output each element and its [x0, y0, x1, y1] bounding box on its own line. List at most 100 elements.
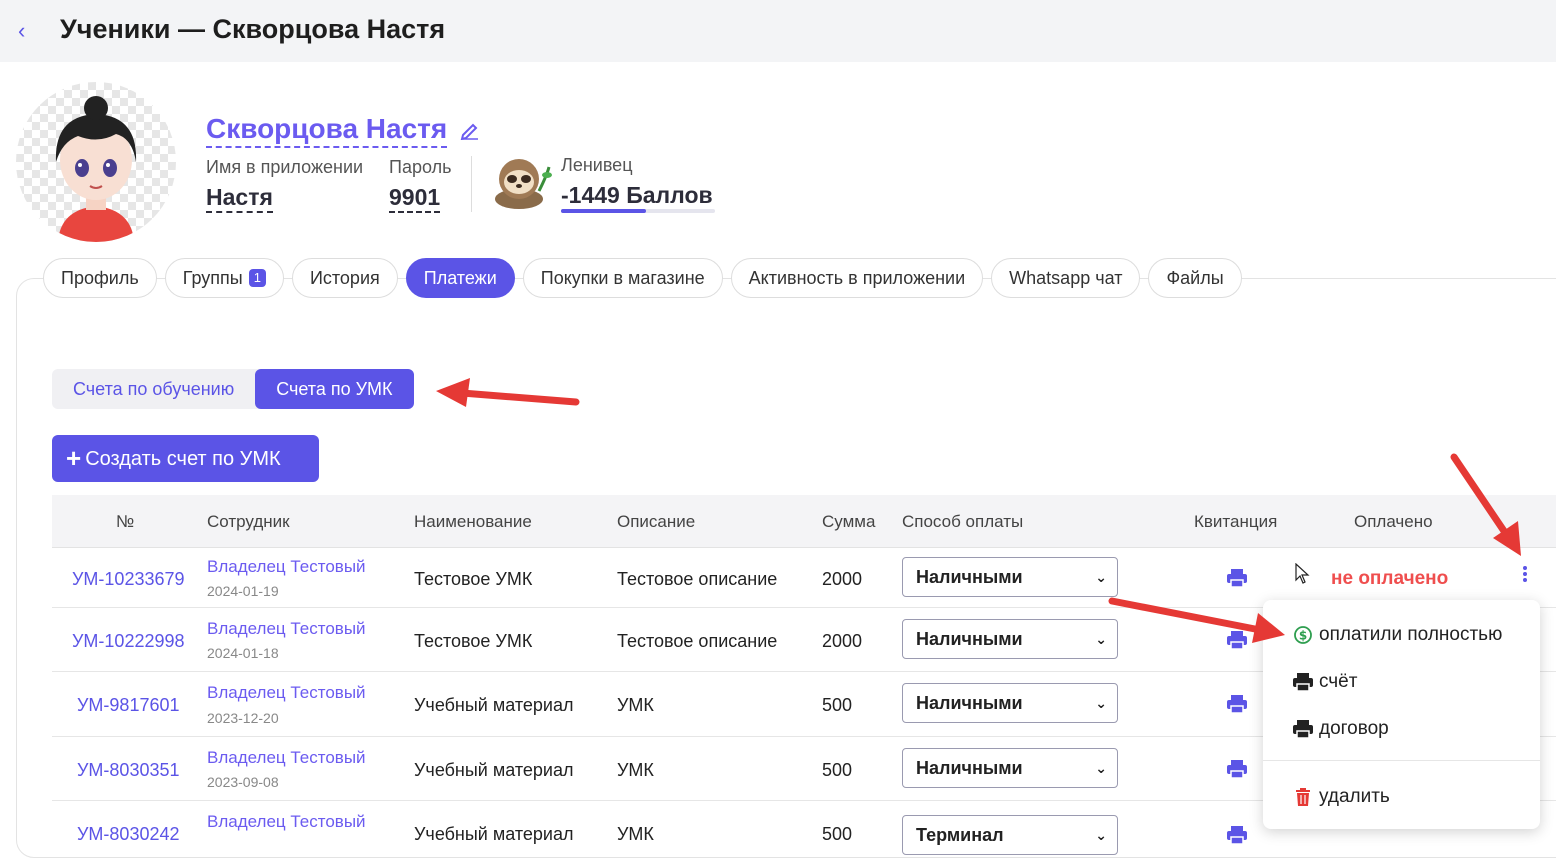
- printer-icon[interactable]: [1226, 630, 1248, 650]
- app-name-label: Имя в приложении: [206, 157, 364, 177]
- col-num: №: [116, 512, 135, 531]
- tab-label: Профиль: [61, 268, 139, 288]
- printer-icon[interactable]: [1226, 568, 1248, 588]
- item-name: Учебный материал: [414, 695, 574, 715]
- payment-method-value: Терминал: [916, 825, 1004, 845]
- umk-invoices-tab[interactable]: Счета по УМК: [255, 369, 414, 409]
- payment-method-select[interactable]: Наличными ⌄: [902, 748, 1118, 788]
- delete-item[interactable]: удалить: [1263, 777, 1540, 817]
- employee-link[interactable]: Владелец Тестовый: [207, 557, 366, 577]
- tab-label: Платежи: [423, 268, 497, 288]
- menu-item-label: счёт: [1319, 671, 1358, 692]
- menu-item-label: договор: [1319, 718, 1389, 739]
- more-vertical-icon[interactable]: [1518, 564, 1532, 586]
- svg-text:$: $: [1299, 629, 1307, 643]
- invoice-number-link[interactable]: УМ-9817601: [77, 695, 180, 716]
- menu-item-label: удалить: [1319, 786, 1390, 807]
- chevron-down-icon: ⌄: [1095, 827, 1107, 843]
- invoice-date: 2023-09-08: [207, 774, 279, 790]
- divider: [471, 156, 472, 212]
- invoice-number-link[interactable]: УМ-8030242: [77, 824, 180, 845]
- invoice-number-link[interactable]: УМ-10233679: [72, 569, 185, 590]
- tab-history[interactable]: История: [291, 258, 398, 298]
- tab-profile[interactable]: Профиль: [43, 258, 157, 298]
- trash-icon: [1296, 788, 1310, 806]
- employee-link[interactable]: Владелец Тестовый: [207, 812, 366, 832]
- tab-whatsapp-chat[interactable]: Whatsapp чат: [991, 258, 1141, 298]
- tab-shop-purchases[interactable]: Покупки в магазине: [522, 258, 723, 298]
- printer-icon: [1293, 673, 1313, 692]
- top-bar: ‹ Ученики — Скворцова Настя: [0, 0, 1556, 62]
- payment-method-value: Наличными: [916, 629, 1023, 649]
- dollar-circle-icon: $: [1294, 626, 1312, 644]
- row-actions-menu: $ оплатили полностью счёт договор удалит…: [1263, 600, 1540, 829]
- payment-method-select[interactable]: Терминал ⌄: [902, 815, 1118, 855]
- invoice-number-link[interactable]: УМ-10222998: [72, 631, 185, 652]
- printer-icon[interactable]: [1226, 825, 1248, 845]
- print-contract-item[interactable]: договор: [1263, 709, 1540, 749]
- item-sum: 500: [822, 824, 853, 844]
- payment-method-value: Наличными: [916, 758, 1023, 778]
- item-sum: 2000: [822, 569, 863, 589]
- invoice-date: 2024-01-18: [207, 645, 279, 661]
- tab-files[interactable]: Файлы: [1148, 258, 1242, 298]
- pencil-icon[interactable]: [460, 120, 480, 140]
- tab-app-activity[interactable]: Активность в приложении: [730, 258, 984, 298]
- tab-payments[interactable]: Платежи: [405, 258, 515, 298]
- payment-method-select[interactable]: Наличными ⌄: [902, 683, 1118, 723]
- item-description: Тестовое описание: [617, 569, 778, 589]
- mark-paid-fully-item[interactable]: $ оплатили полностью: [1263, 615, 1540, 655]
- table-row: УМ-10233679 Владелец Тестовый 2024-01-19…: [52, 548, 1556, 608]
- invoice-number-link[interactable]: УМ-8030351: [77, 760, 180, 781]
- item-sum: 2000: [822, 631, 863, 651]
- item-name: Тестовое УМК: [414, 631, 533, 651]
- training-invoices-tab[interactable]: Счета по обучению: [52, 369, 255, 409]
- points-value: -1449 Баллов: [561, 182, 713, 208]
- create-umk-invoice-button[interactable]: + Создать счет по УМК: [52, 435, 319, 482]
- groups-count-badge: 1: [248, 269, 266, 287]
- col-paid: Оплачено: [1354, 512, 1433, 531]
- payment-method-select[interactable]: Наличными ⌄: [902, 557, 1118, 597]
- employee-link[interactable]: Владелец Тестовый: [207, 748, 366, 768]
- payment-method-value: Наличными: [916, 567, 1023, 587]
- payment-method-select[interactable]: Наличными ⌄: [902, 619, 1118, 659]
- printer-icon: [1293, 720, 1313, 739]
- item-sum: 500: [822, 760, 853, 780]
- item-name: Учебный материал: [414, 760, 574, 780]
- chevron-down-icon: ⌄: [1095, 695, 1107, 711]
- chevron-down-icon: ⌄: [1095, 760, 1107, 776]
- chevron-left-icon[interactable]: ‹: [18, 18, 38, 44]
- level-label: Ленивец: [561, 155, 633, 175]
- employee-link[interactable]: Владелец Тестовый: [207, 619, 366, 639]
- printer-icon[interactable]: [1226, 694, 1248, 714]
- points-progress: [561, 209, 715, 213]
- tab-groups[interactable]: Группы 1: [164, 258, 284, 298]
- student-name-link[interactable]: Скворцова Настя: [206, 112, 448, 148]
- invoice-type-switch: Счета по обучению Счета по УМК: [52, 369, 414, 409]
- print-invoice-item[interactable]: счёт: [1263, 662, 1540, 702]
- menu-divider: [1263, 760, 1540, 761]
- col-payment-method: Способ оплаты: [902, 512, 1024, 531]
- tab-label: Группы: [182, 268, 243, 288]
- payment-method-value: Наличными: [916, 693, 1023, 713]
- tab-label: Файлы: [1166, 268, 1224, 288]
- password-label: Пароль: [389, 157, 452, 177]
- item-description: УМК: [617, 695, 654, 715]
- app-name-value[interactable]: Настя: [206, 183, 273, 213]
- item-description: Тестовое описание: [617, 631, 778, 651]
- item-description: УМК: [617, 760, 654, 780]
- password-value[interactable]: 9901: [389, 183, 441, 213]
- invoice-date: 2024-01-19: [207, 583, 279, 599]
- col-name: Наименование: [414, 512, 532, 531]
- printer-icon[interactable]: [1226, 759, 1248, 779]
- item-sum: 500: [822, 695, 853, 715]
- status-unpaid: не оплачено: [1331, 568, 1449, 589]
- sloth-level-icon: [495, 159, 552, 209]
- table-header: № Сотрудник Наименование Описание Сумма …: [52, 495, 1556, 548]
- item-name: Тестовое УМК: [414, 569, 533, 589]
- col-sum: Сумма: [822, 512, 876, 531]
- tab-label: Активность в приложении: [748, 268, 966, 288]
- employee-link[interactable]: Владелец Тестовый: [207, 683, 366, 703]
- item-name: Учебный материал: [414, 824, 574, 844]
- item-description: УМК: [617, 824, 654, 844]
